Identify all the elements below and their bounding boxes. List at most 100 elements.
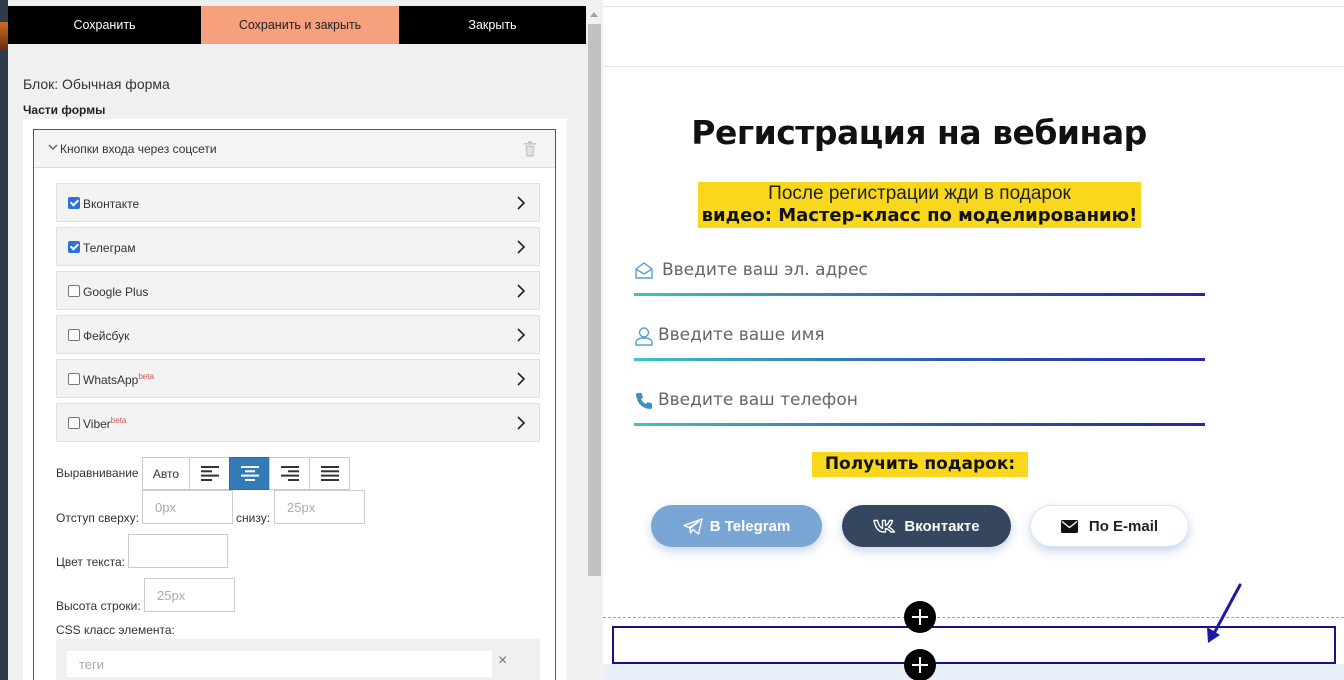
preview-header-divider — [603, 66, 1344, 67]
align-right-icon — [280, 466, 299, 481]
whatsapp-label: WhatsApp — [83, 373, 139, 387]
vkontakte-checkbox[interactable] — [68, 196, 80, 209]
trash-icon[interactable] — [523, 141, 537, 157]
email-field[interactable]: Введите ваш эл. адрес — [634, 258, 1205, 296]
scrollbar-thumb[interactable] — [588, 24, 601, 576]
viber-checkbox[interactable] — [68, 416, 80, 429]
section-header[interactable]: Кнопки входа через соцсети — [34, 130, 555, 168]
line-height-input[interactable]: 25px — [144, 578, 235, 612]
social-item-viber[interactable]: Viberbeta — [56, 403, 540, 442]
promo-text: После регистрации жди в подарок видео: М… — [698, 182, 1141, 228]
annotation-arrow-icon — [1207, 583, 1242, 643]
telegram-icon — [683, 517, 703, 535]
social-item-label: Телеграм — [83, 240, 136, 255]
chevron-right-icon[interactable] — [515, 195, 527, 211]
email-placeholder: Введите ваш эл. адрес — [662, 260, 868, 280]
app-root: Сохранить Сохранить и закрыть Закрыть Бл… — [0, 0, 1344, 680]
social-item-telegram[interactable]: Телеграм — [56, 227, 540, 266]
editor-scrollbar[interactable] — [586, 0, 603, 680]
field-underline — [634, 293, 1205, 296]
close-button[interactable]: Закрыть — [399, 6, 586, 44]
align-center-icon — [240, 466, 259, 481]
google-plus-checkbox[interactable] — [68, 284, 80, 297]
social-item-label: WhatsAppbeta — [83, 372, 154, 387]
social-item-whatsapp[interactable]: WhatsAppbeta — [56, 359, 540, 398]
social-login-section: Кнопки входа через соцсети Вконтакте Тел… — [33, 129, 556, 680]
promo-line-2: видео: Мастер-класс по моделированию! — [701, 205, 1138, 226]
alignment-button-group: Авто — [142, 457, 350, 490]
chevron-right-icon[interactable] — [515, 371, 527, 387]
get-gift-heading: Получить подарок: — [812, 452, 1028, 477]
background-image-strip — [0, 22, 8, 50]
mail-icon — [1060, 519, 1078, 533]
block-title: Блок: Обычная форма — [23, 76, 170, 92]
vkontakte-button[interactable]: Вконтакте — [842, 505, 1011, 547]
viber-label: Viber — [83, 417, 111, 431]
envelope-icon — [635, 262, 653, 279]
field-underline — [634, 358, 1205, 361]
name-field[interactable]: Введите ваше имя — [634, 323, 1205, 361]
line-height-label: Высота строки: — [56, 599, 141, 613]
text-color-label: Цвет текста: — [56, 555, 126, 569]
chevron-right-icon[interactable] — [515, 327, 527, 343]
facebook-checkbox[interactable] — [68, 328, 80, 341]
name-placeholder: Введите ваше имя — [658, 325, 825, 345]
padding-bottom-input[interactable]: 25px — [274, 490, 365, 524]
padding-top-label: Отступ сверху: — [56, 511, 139, 525]
field-underline — [634, 423, 1205, 426]
text-color-input[interactable] — [128, 534, 228, 568]
social-item-vkontakte[interactable]: Вконтакте — [56, 183, 540, 222]
add-block-plus-icon[interactable] — [904, 649, 936, 680]
next-block-background — [603, 664, 1344, 680]
phone-field[interactable]: Введите ваш телефон — [634, 388, 1205, 426]
phone-placeholder: Введите ваш телефон — [658, 390, 858, 410]
css-class-label: CSS класс элемента: — [56, 623, 175, 637]
chevron-right-icon[interactable] — [515, 415, 527, 431]
align-center-button[interactable] — [229, 457, 270, 490]
form-parts-heading: Части формы — [23, 103, 106, 117]
align-right-button[interactable] — [269, 457, 310, 490]
css-class-tags-input[interactable]: теги — [67, 651, 492, 677]
clear-icon[interactable]: × — [498, 652, 507, 670]
align-auto-button[interactable]: Авто — [142, 457, 190, 490]
align-left-icon — [200, 466, 219, 481]
email-button[interactable]: По E-mail — [1030, 505, 1189, 547]
chevron-right-icon[interactable] — [515, 283, 527, 299]
email-button-label: По E-mail — [1088, 517, 1159, 535]
beta-badge: beta — [110, 416, 127, 425]
promo-line-1: После регистрации жди в подарок — [768, 183, 1071, 204]
webinar-title: Регистрация на вебинар — [691, 113, 1147, 152]
form-parts-area: Кнопки входа через соцсети Вконтакте Тел… — [23, 119, 567, 680]
telegram-button-label: В Telegram — [709, 517, 791, 535]
social-item-label: Фейсбук — [83, 328, 130, 343]
align-left-button[interactable] — [189, 457, 230, 490]
page-preview: Регистрация на вебинар После регистрации… — [603, 0, 1344, 680]
scroll-up-arrow-icon[interactable] — [590, 12, 598, 17]
social-item-label: Viberbeta — [83, 416, 126, 431]
beta-badge: beta — [138, 372, 154, 381]
user-icon — [635, 327, 653, 346]
telegram-button[interactable]: В Telegram — [651, 505, 822, 547]
vkontakte-button-label: Вконтакте — [904, 517, 980, 535]
css-class-tags-box: теги × — [56, 639, 540, 680]
save-and-close-button[interactable]: Сохранить и закрыть — [201, 6, 399, 44]
telegram-checkbox[interactable] — [68, 240, 80, 253]
background-edge — [0, 0, 8, 680]
preview-top-border — [603, 6, 1344, 7]
padding-top-input[interactable]: 0px — [142, 490, 233, 524]
section-title: Кнопки входа через соцсети — [60, 141, 217, 156]
social-item-google-plus[interactable]: Google Plus — [56, 271, 540, 310]
align-justify-button[interactable] — [309, 457, 350, 490]
chevron-down-icon[interactable] — [48, 143, 60, 154]
add-block-plus-icon[interactable] — [904, 601, 936, 633]
phone-icon — [636, 393, 652, 409]
vk-icon — [873, 519, 896, 533]
whatsapp-checkbox[interactable] — [68, 372, 80, 385]
editor-panel: Сохранить Сохранить и закрыть Закрыть Бл… — [8, 0, 586, 680]
social-item-label: Вконтакте — [83, 196, 140, 211]
social-item-facebook[interactable]: Фейсбук — [56, 315, 540, 354]
align-justify-icon — [320, 466, 339, 481]
chevron-right-icon[interactable] — [515, 239, 527, 255]
editor-toolbar: Сохранить Сохранить и закрыть Закрыть — [8, 6, 586, 44]
save-button[interactable]: Сохранить — [8, 6, 201, 44]
